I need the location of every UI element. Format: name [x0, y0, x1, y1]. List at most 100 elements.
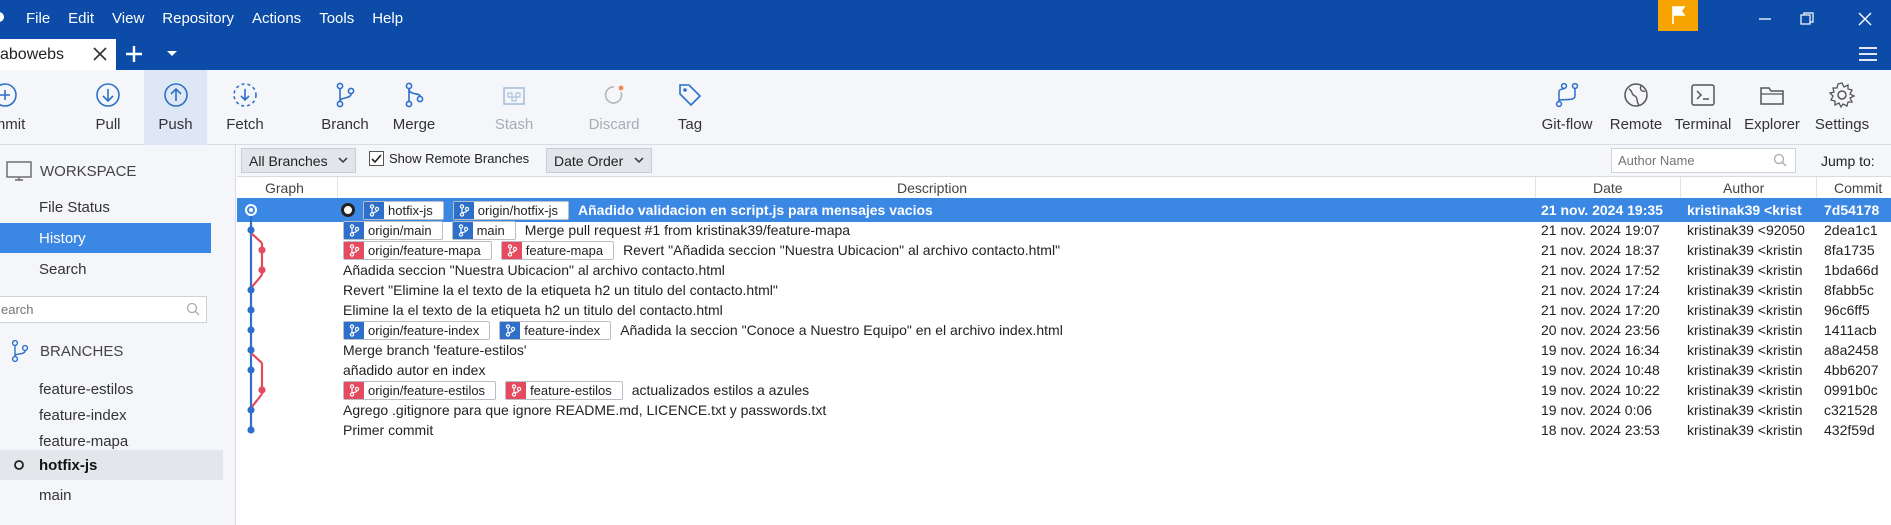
commit-message: añadido autor en index: [343, 362, 486, 378]
graph-commit-node[interactable]: [247, 306, 255, 314]
sidebar-item-search[interactable]: Search: [0, 254, 211, 284]
sidebar-search-input[interactable]: [0, 297, 179, 322]
commit-author: kristinak39 <kristin: [1687, 282, 1803, 298]
show-remote-label: Show Remote Branches: [389, 151, 530, 166]
discard-button[interactable]: Discard: [582, 70, 646, 145]
branch-button[interactable]: Branch: [313, 70, 377, 145]
fetch-dashed-circle-icon: [233, 83, 257, 107]
commit-date: 19 nov. 2024 0:06: [1541, 402, 1653, 418]
menu-view[interactable]: View: [112, 10, 144, 27]
commit-sha: 2dea1c1: [1824, 222, 1878, 238]
flag-button[interactable]: [1658, 0, 1698, 31]
branch-badge[interactable]: origin/feature-mapa: [343, 240, 492, 260]
tag-button[interactable]: Tag: [665, 70, 715, 145]
new-tab-icon[interactable]: [124, 44, 144, 64]
graph-commit-node[interactable]: [247, 286, 255, 294]
branch-badge[interactable]: main: [451, 220, 516, 240]
close-tab-icon[interactable]: [92, 46, 108, 62]
branch-badge[interactable]: origin/main: [343, 220, 443, 240]
sidebar-item-history[interactable]: History: [0, 223, 211, 253]
chevron-down-icon: [634, 157, 644, 164]
branch-badge[interactable]: origin/feature-index: [343, 320, 491, 340]
menu-tools[interactable]: Tools: [319, 10, 354, 27]
fetch-button[interactable]: Fetch: [215, 70, 275, 145]
explorer-label: Explorer: [1744, 116, 1800, 133]
branch-label: Branch: [321, 116, 369, 133]
order-select[interactable]: Date Order: [546, 148, 652, 173]
branch-icon: [344, 321, 364, 339]
arrow-up-circle-icon: [163, 83, 188, 107]
terminal-label: Terminal: [1674, 116, 1732, 133]
minimize-button[interactable]: [1742, 0, 1788, 37]
tab-dropdown-icon[interactable]: [166, 50, 178, 58]
branch-badge[interactable]: feature-mapa: [500, 240, 615, 260]
column-graph[interactable]: Graph: [265, 180, 304, 196]
branches-header[interactable]: BRANCHES: [8, 338, 123, 364]
terminal-icon: [1691, 84, 1715, 106]
commit-date: 21 nov. 2024 17:20: [1541, 302, 1660, 318]
branch-item-main[interactable]: main: [0, 480, 211, 510]
stash-button[interactable]: Stash: [484, 70, 544, 145]
repository-tab[interactable]: abowebs: [0, 39, 116, 70]
sidebar-item-file-status[interactable]: File Status: [0, 192, 211, 222]
menu-file[interactable]: File: [26, 10, 50, 27]
check-icon: [371, 154, 382, 164]
column-description[interactable]: Description: [897, 180, 967, 196]
show-remote-branches-checkbox[interactable]: Show Remote Branches: [369, 151, 529, 166]
branch-badge-label: origin/hotfix-js: [477, 202, 558, 218]
menu-help[interactable]: Help: [372, 10, 403, 27]
commit-date: 21 nov. 2024 18:37: [1541, 242, 1660, 258]
branch-badge[interactable]: origin/feature-estilos: [343, 380, 497, 400]
explorer-button[interactable]: Explorer: [1740, 70, 1804, 145]
author-name-input[interactable]: [1612, 149, 1762, 172]
gitflow-button[interactable]: Git-flow: [1536, 70, 1598, 145]
column-date[interactable]: Date: [1593, 180, 1623, 196]
graph-commit-node[interactable]: [247, 426, 255, 434]
branch-badge[interactable]: feature-index: [499, 320, 612, 340]
branch-icon: [336, 82, 355, 108]
order-select-value: Date Order: [554, 152, 624, 169]
graph-commit-node[interactable]: [247, 406, 255, 414]
branches-select[interactable]: All Branches: [241, 148, 356, 173]
commit-description: Primer commit: [343, 418, 433, 442]
branch-badge[interactable]: feature-estilos: [505, 380, 623, 400]
terminal-button[interactable]: Terminal: [1672, 70, 1734, 145]
menu-edit[interactable]: Edit: [68, 10, 94, 27]
remote-button[interactable]: Remote: [1606, 70, 1666, 145]
commit-date: 19 nov. 2024 16:34: [1541, 342, 1660, 358]
graph-commit-node[interactable]: [247, 346, 255, 354]
branch-badge[interactable]: origin/hotfix-js: [452, 200, 569, 220]
graph-commit-node[interactable]: [247, 326, 255, 334]
app-icon: [0, 12, 4, 22]
branch-icon: [344, 221, 364, 239]
hamburger-menu-icon[interactable]: [1859, 46, 1877, 62]
settings-button[interactable]: Settings: [1810, 70, 1874, 145]
graph-commit-node[interactable]: [258, 246, 266, 254]
graph-commit-node[interactable]: [247, 366, 255, 374]
merge-button[interactable]: Merge: [385, 70, 443, 145]
branch-item-hotfix-js[interactable]: hotfix-js: [0, 450, 223, 480]
restore-button[interactable]: [1784, 0, 1830, 37]
workspace-header[interactable]: WORKSPACE: [6, 158, 136, 184]
commit-list: hotfix-js origin/hotfix-js Añadido validac…: [237, 198, 1891, 525]
menu-actions[interactable]: Actions: [252, 10, 301, 27]
graph-commit-node[interactable]: [247, 226, 255, 234]
commit-sha: 8fabb5c: [1824, 282, 1874, 298]
monitor-icon: [6, 161, 32, 181]
menu-repository[interactable]: Repository: [162, 10, 234, 27]
commit-message: Añadido validacion en script.js para men…: [578, 202, 933, 218]
commit-row[interactable]: Primer commit 18 nov. 2024 23:53 kristinak…: [237, 418, 1891, 442]
branch-badge-label: origin/feature-mapa: [368, 242, 481, 258]
commit-date: 21 nov. 2024 19:35: [1541, 202, 1663, 218]
pull-button[interactable]: Pull: [80, 70, 136, 145]
close-window-button[interactable]: [1842, 0, 1888, 37]
graph-commit-node[interactable]: [258, 386, 266, 394]
graph-commit-node[interactable]: [258, 266, 266, 274]
push-button[interactable]: Push: [144, 70, 207, 145]
column-author[interactable]: Author: [1723, 180, 1764, 196]
column-commit[interactable]: Commit: [1834, 180, 1882, 196]
branch-badge[interactable]: hotfix-js: [363, 200, 444, 220]
checkbox-box: [369, 151, 384, 166]
commit-button[interactable]: mmit: [0, 70, 30, 145]
commit-author: kristinak39 <kristin: [1687, 322, 1803, 338]
